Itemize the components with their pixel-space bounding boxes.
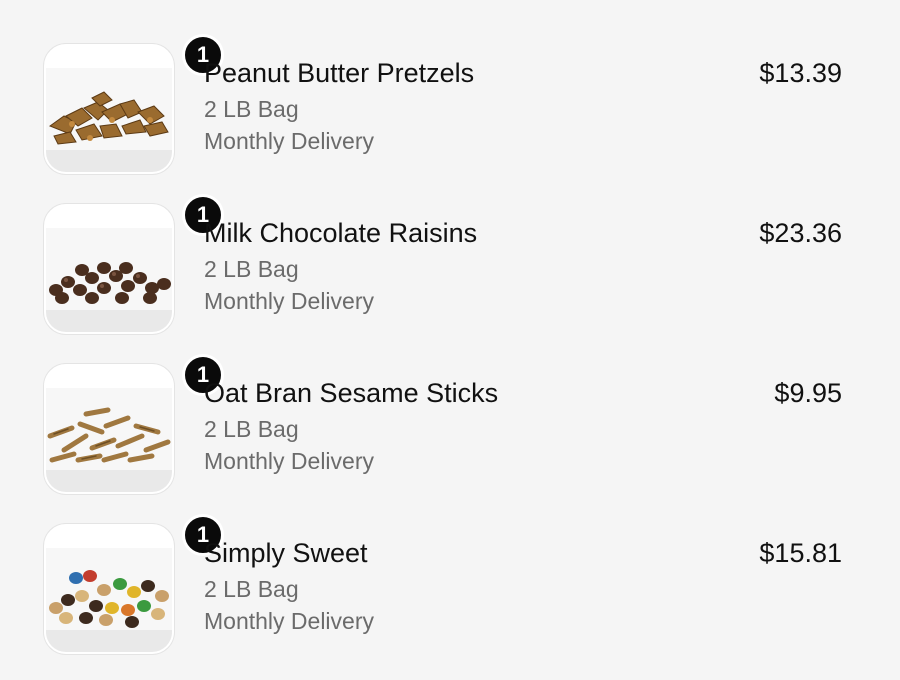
product-size: 2 LB Bag (204, 256, 299, 282)
order-line-item: 1 Peanut Butter Pretzels 2 LB Bag Monthl… (0, 34, 900, 184)
simply-sweet-trail-mix-image (44, 524, 174, 654)
order-line-item: 1 Simply Sweet 2 LB Bag Monthly Delivery… (0, 514, 900, 664)
product-size: 2 LB Bag (204, 576, 299, 602)
product-price: $9.95 (774, 378, 842, 408)
order-line-item: 1 Oat Bran Sesame Sticks 2 LB Bag Monthl… (0, 354, 900, 504)
product-name[interactable]: Simply Sweet (204, 538, 368, 569)
product-price: $23.36 (759, 218, 842, 248)
delivery-plan: Monthly Delivery (204, 448, 374, 474)
order-line-item: 1 Milk Chocolate Raisins 2 LB Bag Monthl… (0, 194, 900, 344)
product-thumbnail: 1 (44, 354, 224, 494)
product-price: $15.81 (759, 538, 842, 568)
product-thumbnail: 1 (44, 194, 224, 334)
oat-bran-sesame-sticks-image (44, 364, 174, 494)
product-size: 2 LB Bag (204, 96, 299, 122)
product-size: 2 LB Bag (204, 416, 299, 442)
milk-chocolate-raisins-image (44, 204, 174, 334)
delivery-plan: Monthly Delivery (204, 608, 374, 634)
peanut-butter-pretzels-image (44, 44, 174, 174)
product-thumbnail: 1 (44, 514, 224, 654)
delivery-plan: Monthly Delivery (204, 288, 374, 314)
order-items-list: 1 Peanut Butter Pretzels 2 LB Bag Monthl… (0, 0, 900, 680)
delivery-plan: Monthly Delivery (204, 128, 374, 154)
product-name[interactable]: Oat Bran Sesame Sticks (204, 378, 498, 409)
product-name[interactable]: Peanut Butter Pretzels (204, 58, 474, 89)
product-thumbnail: 1 (44, 34, 224, 174)
product-price: $13.39 (759, 58, 842, 88)
product-name[interactable]: Milk Chocolate Raisins (204, 218, 477, 249)
